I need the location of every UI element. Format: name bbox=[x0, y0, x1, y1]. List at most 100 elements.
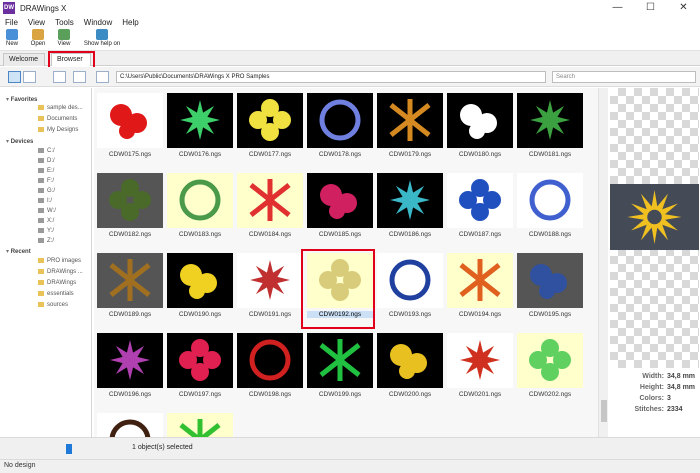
tree-recent-header[interactable]: Recent bbox=[6, 248, 31, 255]
new-button[interactable]: New bbox=[3, 29, 21, 50]
tree-item[interactable]: Documents bbox=[38, 116, 77, 122]
tab-welcome[interactable]: Welcome× bbox=[3, 53, 45, 76]
show-help-label: Show help on bbox=[83, 41, 121, 47]
design-thumbnail-image bbox=[97, 413, 163, 437]
design-thumbnail[interactable]: CDW0182.ngs bbox=[97, 168, 163, 243]
design-thumbnail-image bbox=[377, 333, 443, 388]
view-label: View bbox=[57, 41, 71, 47]
path-field[interactable]: C:\Users\Public\Documents\DRAWings X PRO… bbox=[116, 71, 546, 83]
tree-item[interactable]: Z:/ bbox=[38, 238, 54, 244]
tree-item[interactable]: My Designs bbox=[38, 127, 78, 133]
view-list-button[interactable] bbox=[8, 71, 21, 83]
design-thumbnail[interactable]: CDW0188.ngs bbox=[517, 168, 583, 243]
minimize-button[interactable]: — bbox=[601, 0, 634, 16]
tree-item[interactable]: I:/ bbox=[38, 198, 52, 204]
tree-item[interactable]: sample des... bbox=[38, 105, 83, 111]
tree-item[interactable]: W:/ bbox=[38, 208, 56, 214]
preview-pane: Width: 34,8 mm Height: 34,8 mm Colors: 3 St… bbox=[609, 88, 700, 437]
design-thumbnail[interactable]: CDW0194.ngs bbox=[447, 248, 513, 323]
design-thumbnail[interactable]: CDW0202.ngs bbox=[517, 328, 583, 403]
design-thumbnail-image bbox=[167, 253, 233, 308]
tree-item[interactable]: G:/ bbox=[38, 188, 55, 194]
tree-item[interactable]: essentials bbox=[38, 291, 74, 297]
menu-view[interactable]: View bbox=[23, 16, 50, 29]
design-thumbnail[interactable]: CDW0189.ngs bbox=[97, 248, 163, 323]
folder-icon bbox=[38, 127, 44, 132]
design-thumbnail[interactable]: CDW0199.ngs bbox=[307, 328, 373, 403]
design-thumbnail[interactable]: CDW0192.ngs bbox=[307, 248, 373, 323]
tree-item[interactable]: F:/ bbox=[38, 178, 54, 184]
tab-browser[interactable]: Browser× bbox=[51, 53, 91, 76]
folder-icon bbox=[38, 116, 44, 121]
tree-item[interactable]: DRAWings bbox=[38, 280, 76, 286]
tree-item[interactable]: DRAWings ... bbox=[38, 269, 83, 275]
view-thumbnails-button[interactable] bbox=[73, 71, 86, 83]
tree-favorites-header[interactable]: Favorites bbox=[6, 96, 38, 103]
view-tree-button[interactable] bbox=[23, 71, 36, 83]
drive-icon bbox=[38, 208, 44, 213]
tree-item[interactable]: C:/ bbox=[38, 148, 55, 154]
tree-devices-header[interactable]: Devices bbox=[6, 138, 34, 145]
tree-item[interactable]: E:/ bbox=[38, 168, 54, 174]
design-thumbnail[interactable]: CDW0184.ngs bbox=[237, 168, 303, 243]
tab-welcome-label: Welcome bbox=[9, 56, 39, 63]
design-thumbnail-image bbox=[167, 413, 233, 437]
design-thumbnail-image bbox=[97, 253, 163, 308]
design-thumbnail[interactable]: CDW0179.ngs bbox=[377, 88, 443, 163]
design-thumbnail[interactable]: CDW0197.ngs bbox=[167, 328, 233, 403]
menu-help[interactable]: Help bbox=[117, 16, 143, 29]
design-thumbnail[interactable]: CDW0187.ngs bbox=[447, 168, 513, 243]
design-thumbnail[interactable]: CDW0183.ngs bbox=[167, 168, 233, 243]
tree-item[interactable]: X:/ bbox=[38, 218, 54, 224]
design-thumbnail[interactable]: CDW0190.ngs bbox=[167, 248, 233, 323]
show-help-button[interactable]: Show help on bbox=[83, 29, 121, 50]
tree-item[interactable]: PRO images bbox=[38, 258, 81, 264]
design-thumbnail[interactable]: CDW0198.ngs bbox=[237, 328, 303, 403]
new-doc-icon bbox=[6, 29, 18, 40]
scrollbar-thumb[interactable] bbox=[601, 400, 607, 422]
design-thumbnail[interactable]: CDW0195.ngs bbox=[517, 248, 583, 323]
menu-file[interactable]: File bbox=[0, 16, 23, 29]
design-thumbnail-image bbox=[167, 333, 233, 388]
design-thumbnail[interactable]: CDW0178.ngs bbox=[307, 88, 373, 163]
design-thumbnail[interactable]: CDW0196.ngs bbox=[97, 328, 163, 403]
design-thumbnail[interactable]: CDW0186.ngs bbox=[377, 168, 443, 243]
tree-item[interactable]: D:/ bbox=[38, 158, 55, 164]
close-button[interactable]: ✕ bbox=[667, 0, 700, 16]
design-thumbnail-image bbox=[307, 253, 373, 308]
colors-row: Colors: 3 bbox=[609, 395, 700, 406]
design-thumbnail[interactable]: CDW0181.ngs bbox=[517, 88, 583, 163]
view-panel-button[interactable] bbox=[53, 71, 66, 83]
menu-tools[interactable]: Tools bbox=[50, 16, 79, 29]
view-button[interactable]: View bbox=[55, 29, 73, 50]
design-thumbnail-label: CDW0187.ngs bbox=[458, 231, 502, 238]
view-details-button[interactable] bbox=[96, 71, 109, 83]
design-thumbnail-label: CDW0191.ngs bbox=[248, 311, 292, 318]
design-thumbnail[interactable]: CDW0193.ngs bbox=[377, 248, 443, 323]
document-tabs: Welcome× Browser× bbox=[0, 51, 700, 76]
help-pointer-icon bbox=[96, 29, 108, 40]
design-thumbnail[interactable]: CDW0176.ngs bbox=[167, 88, 233, 163]
open-button[interactable]: Open bbox=[29, 29, 47, 50]
design-thumbnail[interactable]: CDW0191.ngs bbox=[237, 248, 303, 323]
maximize-button[interactable]: ☐ bbox=[634, 0, 667, 16]
design-thumbnail[interactable]: CDW0201.ngs bbox=[447, 328, 513, 403]
design-thumbnail[interactable] bbox=[97, 408, 163, 437]
design-thumbnail-image bbox=[377, 93, 443, 148]
grid-scrollbar[interactable] bbox=[598, 88, 608, 437]
selection-bar: 1 object(s) selected bbox=[0, 437, 700, 459]
design-thumbnail-image bbox=[237, 173, 303, 228]
search-input[interactable]: Search bbox=[552, 71, 696, 83]
design-thumbnail[interactable]: CDW0180.ngs bbox=[447, 88, 513, 163]
design-thumbnail[interactable]: CDW0177.ngs bbox=[237, 88, 303, 163]
tree-item[interactable]: sources bbox=[38, 302, 68, 308]
design-thumbnail[interactable]: CDW0200.ngs bbox=[377, 328, 443, 403]
tree-item-label: G:/ bbox=[47, 188, 56, 195]
menu-window[interactable]: Window bbox=[79, 16, 117, 29]
design-thumbnail-label: CDW0190.ngs bbox=[178, 311, 222, 318]
design-thumbnail[interactable]: CDW0175.ngs bbox=[97, 88, 163, 163]
design-thumbnail[interactable]: CDW0185.ngs bbox=[307, 168, 373, 243]
tree-item[interactable]: Y:/ bbox=[38, 228, 54, 234]
design-thumbnail[interactable] bbox=[167, 408, 233, 437]
design-thumbnail-label: CDW0184.ngs bbox=[248, 231, 292, 238]
